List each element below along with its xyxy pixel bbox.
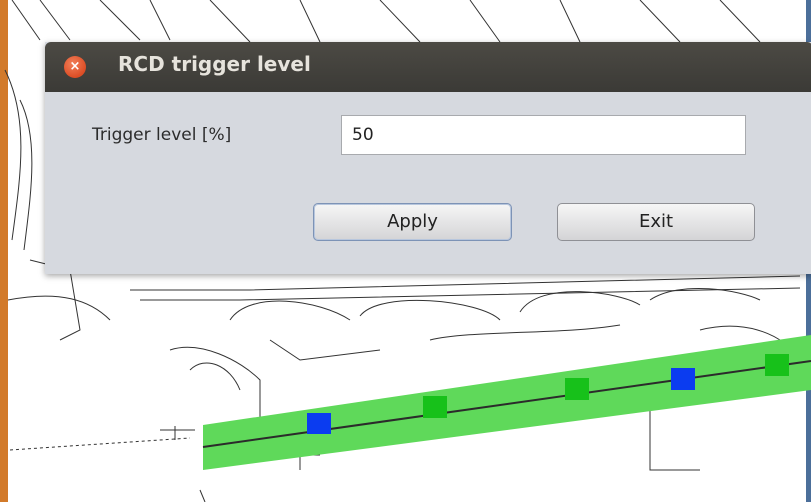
marker-blue-1[interactable] bbox=[307, 413, 331, 434]
exit-button[interactable]: Exit bbox=[557, 203, 755, 241]
dialog-title: RCD trigger level bbox=[118, 52, 311, 76]
apply-button[interactable]: Apply bbox=[313, 203, 512, 241]
marker-green-1[interactable] bbox=[423, 396, 447, 418]
marker-blue-2[interactable] bbox=[671, 368, 695, 390]
close-icon[interactable]: × bbox=[64, 56, 86, 78]
rcd-trigger-dialog: × RCD trigger level Trigger level [%] Ap… bbox=[45, 42, 811, 274]
trigger-level-label: Trigger level [%] bbox=[92, 125, 232, 145]
trigger-level-input[interactable] bbox=[341, 115, 746, 155]
marker-green-3[interactable] bbox=[765, 354, 789, 376]
marker-green-2[interactable] bbox=[565, 378, 589, 400]
left-edge-strip bbox=[0, 0, 8, 502]
dialog-titlebar[interactable]: × RCD trigger level bbox=[45, 42, 811, 92]
